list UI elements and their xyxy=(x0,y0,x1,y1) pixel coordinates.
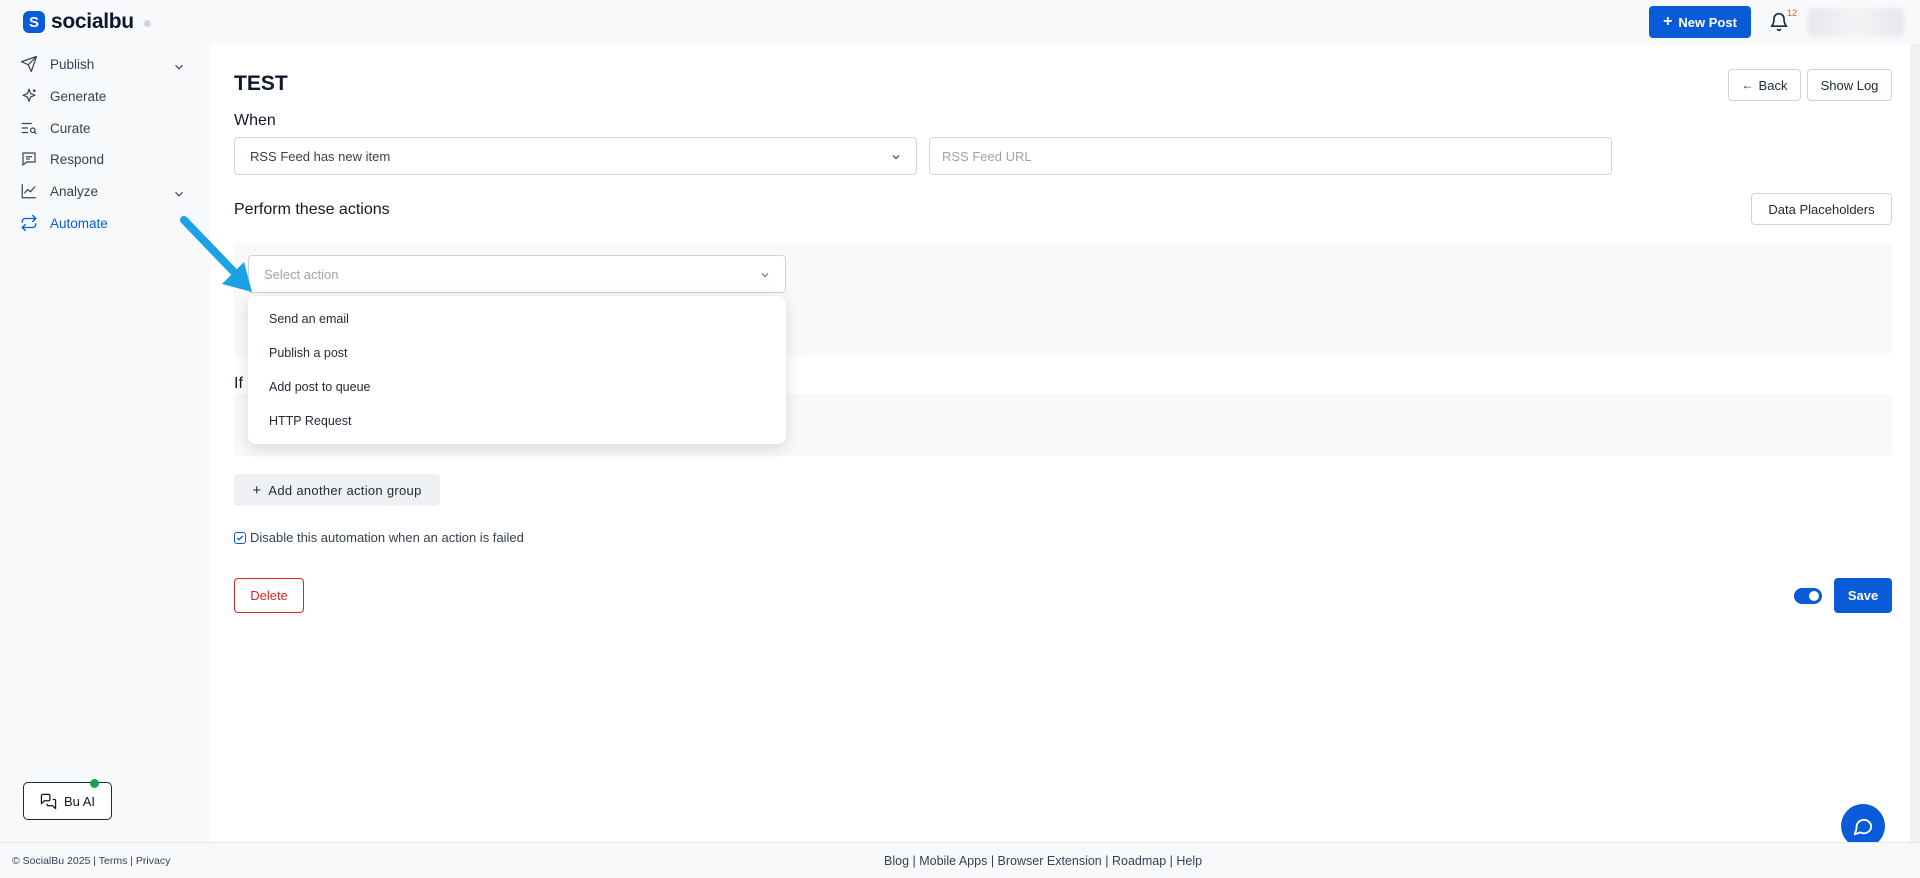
chevron-down-icon xyxy=(761,273,769,278)
disable-on-fail-checkbox[interactable] xyxy=(234,531,246,544)
arrow-left-icon: ← xyxy=(1741,78,1754,92)
privacy-link[interactable]: Privacy xyxy=(136,855,170,867)
chat-bubble-icon xyxy=(1853,818,1873,836)
message-icon xyxy=(22,152,36,166)
chevron-down-icon xyxy=(892,155,900,160)
back-button[interactable]: ← Back xyxy=(1728,69,1801,101)
back-label: Back xyxy=(1758,77,1788,93)
notification-count: 12 xyxy=(1787,8,1798,18)
select-action-dropdown[interactable]: Select action xyxy=(248,255,786,293)
repeat-icon xyxy=(21,214,37,232)
sparkle-icon xyxy=(22,88,36,102)
plus-icon: + xyxy=(1663,13,1673,30)
menu-item-add-to-queue[interactable]: Add post to queue xyxy=(269,380,370,394)
delete-button[interactable]: Delete xyxy=(234,578,304,613)
sidebar-item-analyze[interactable]: Analyze xyxy=(20,180,98,202)
sidebar-item-curate[interactable]: Curate xyxy=(20,117,91,139)
browser-extension-link[interactable]: Browser Extension xyxy=(998,854,1102,868)
bell-icon[interactable] xyxy=(1769,12,1789,32)
sidebar-item-automate[interactable]: Automate xyxy=(20,212,108,234)
blog-link[interactable]: Blog xyxy=(884,854,909,868)
top-bar: S socialbu + New Post 12 xyxy=(0,0,1920,44)
list-search-icon xyxy=(21,122,37,135)
footer-legal: © SocialBu 2025 | Terms | Privacy xyxy=(12,855,171,867)
roadmap-link[interactable]: Roadmap xyxy=(1112,854,1166,868)
disable-on-fail-row: Disable this automation when an action i… xyxy=(234,530,524,545)
copyright: © SocialBu 2025 xyxy=(12,855,91,867)
automation-active-toggle[interactable] xyxy=(1794,588,1822,604)
sidebar-item-label: Respond xyxy=(50,151,105,167)
footer: © SocialBu 2025 | Terms | Privacy Blog |… xyxy=(0,842,1920,878)
sidebar-item-label: Generate xyxy=(50,88,107,104)
brand-name: socialbu xyxy=(51,10,134,33)
menu-item-http-request[interactable]: HTTP Request xyxy=(269,414,351,428)
trigger-select[interactable]: RSS Feed has new item xyxy=(234,137,917,175)
action-options-menu: Send an email Publish a post Add post to… xyxy=(248,296,786,444)
bu-ai-label: Bu AI xyxy=(63,793,96,809)
send-icon xyxy=(20,55,38,73)
if-label: If xyxy=(234,375,243,392)
new-post-label: New Post xyxy=(1678,14,1737,30)
chevron-down-icon[interactable] xyxy=(172,60,186,74)
page-title: TEST xyxy=(234,72,288,95)
pointer-arrow-icon xyxy=(180,216,252,292)
menu-item-publish-post[interactable]: Publish a post xyxy=(269,346,348,360)
rss-feed-url-input[interactable] xyxy=(929,137,1612,175)
data-placeholders-button[interactable]: Data Placeholders xyxy=(1751,193,1892,225)
sidebar-item-respond[interactable]: Respond xyxy=(20,148,104,170)
sidebar-item-label: Curate xyxy=(50,120,91,136)
scrollbar[interactable] xyxy=(1910,44,1920,842)
select-action-placeholder: Select action xyxy=(264,266,339,282)
save-button[interactable]: Save xyxy=(1834,578,1892,613)
sidebar-item-label: Publish xyxy=(50,56,95,72)
show-log-button[interactable]: Show Log xyxy=(1807,69,1892,101)
chat-icon xyxy=(40,793,57,809)
sidebar-item-generate[interactable]: Generate xyxy=(20,85,106,107)
add-action-group-button[interactable]: + Add another action group xyxy=(234,474,440,506)
socialbu-logo[interactable]: S socialbu xyxy=(23,10,151,34)
chevron-down-icon[interactable] xyxy=(172,187,186,201)
trigger-value: RSS Feed has new item xyxy=(250,148,391,164)
add-group-label: Add another action group xyxy=(268,482,422,498)
status-dot xyxy=(143,20,151,27)
line-chart-icon xyxy=(21,184,36,199)
sidebar-item-publish[interactable]: Publish xyxy=(20,53,94,75)
sidebar-item-label: Analyze xyxy=(50,183,99,199)
menu-item-send-email[interactable]: Send an email xyxy=(269,312,349,326)
logo-mark-icon: S xyxy=(23,11,45,33)
user-avatar[interactable] xyxy=(1808,8,1904,36)
terms-link[interactable]: Terms xyxy=(99,855,128,867)
bu-ai-button[interactable]: Bu AI xyxy=(23,782,112,820)
new-post-button[interactable]: + New Post xyxy=(1649,6,1751,38)
footer-links: Blog | Mobile Apps | Browser Extension |… xyxy=(884,854,1203,868)
online-indicator xyxy=(90,779,99,788)
plus-icon: + xyxy=(252,481,262,499)
mobile-apps-link[interactable]: Mobile Apps xyxy=(919,854,987,868)
disable-on-fail-label: Disable this automation when an action i… xyxy=(250,530,524,545)
check-icon xyxy=(236,535,244,541)
sidebar-item-label: Automate xyxy=(50,215,108,231)
help-link[interactable]: Help xyxy=(1176,854,1202,868)
when-label: When xyxy=(234,112,276,129)
